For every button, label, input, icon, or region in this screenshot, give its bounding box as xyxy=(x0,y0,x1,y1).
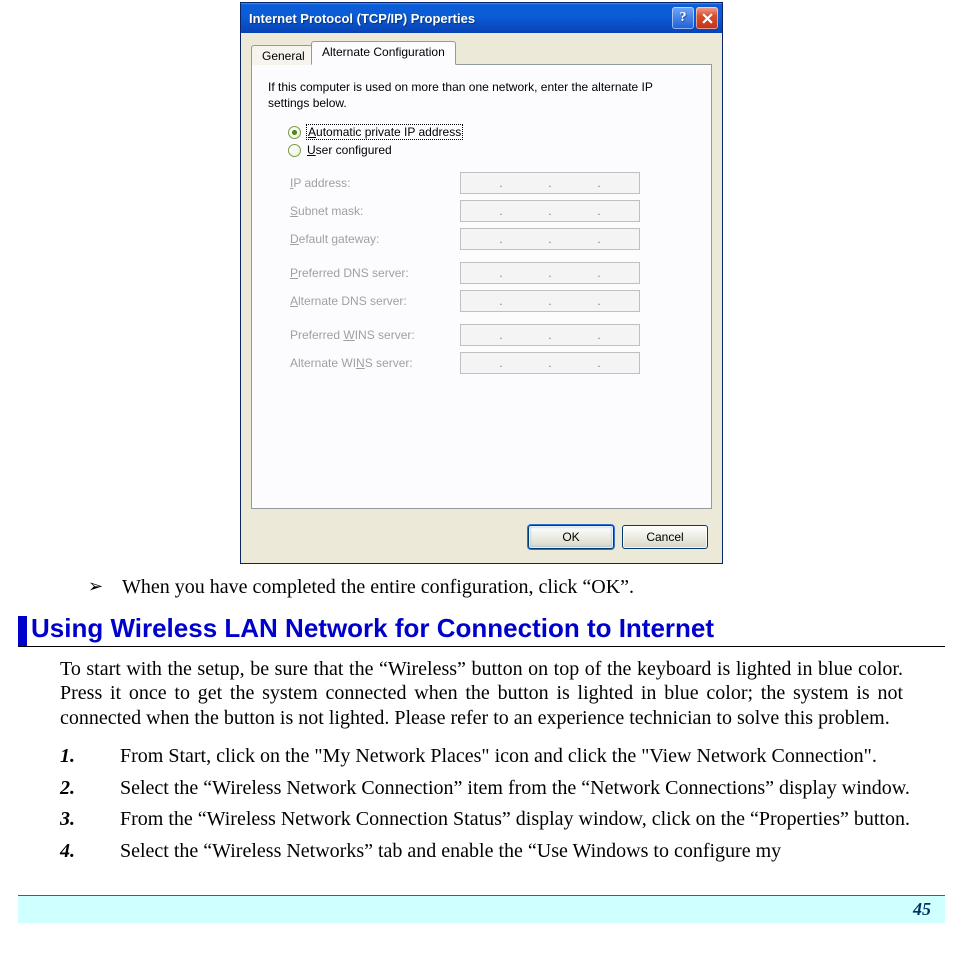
radio-automatic-row[interactable]: Automatic private IP address xyxy=(288,125,695,139)
bullet-item: ➢ When you have completed the entire con… xyxy=(88,576,945,599)
dns-field-group: Preferred DNS server: ... Alternate DNS … xyxy=(290,261,695,313)
window-title: Internet Protocol (TCP/IP) Properties xyxy=(249,11,670,26)
close-icon xyxy=(702,13,713,24)
list-number: 4. xyxy=(60,839,120,865)
cancel-button[interactable]: Cancel xyxy=(622,525,708,549)
bullet-text: When you have completed the entire confi… xyxy=(122,576,945,599)
radio-automatic[interactable] xyxy=(288,126,301,139)
tabstrip: General Alternate Configuration xyxy=(251,41,712,65)
section-heading: Using Wireless LAN Network for Connectio… xyxy=(31,613,714,646)
intro-paragraph: To start with the setup, be sure that th… xyxy=(60,657,903,730)
list-text: Select the “Wireless Network Connection”… xyxy=(120,776,927,802)
pdns-row: Preferred DNS server: ... xyxy=(290,261,695,285)
list-item: 4. Select the “Wireless Networks” tab an… xyxy=(60,839,927,865)
radio-group: Automatic private IP address User config… xyxy=(288,125,695,157)
adns-row: Alternate DNS server: ... xyxy=(290,289,695,313)
help-button[interactable]: ? xyxy=(672,7,694,29)
pdns-field[interactable]: ... xyxy=(460,262,640,284)
section-heading-wrap: Using Wireless LAN Network for Connectio… xyxy=(18,613,945,647)
button-row: OK Cancel xyxy=(528,525,708,549)
bullet-arrow-icon: ➢ xyxy=(88,576,122,599)
close-button[interactable] xyxy=(696,7,718,29)
pwins-field[interactable]: ... xyxy=(460,324,640,346)
list-number: 3. xyxy=(60,807,120,833)
document-page: Internet Protocol (TCP/IP) Properties ? … xyxy=(0,2,963,923)
radio-user-configured[interactable] xyxy=(288,144,301,157)
tabpane-alternate: If this computer is used on more than on… xyxy=(251,64,712,509)
pwins-row: Preferred WINS server: ... xyxy=(290,323,695,347)
list-text: Select the “Wireless Networks” tab and e… xyxy=(120,839,927,865)
section-bar-icon xyxy=(18,616,27,646)
awins-row: Alternate WINS server: ... xyxy=(290,351,695,375)
list-text: From the “Wireless Network Connection St… xyxy=(120,807,927,833)
intro-text: If this computer is used on more than on… xyxy=(268,79,695,111)
numbered-list: 1. From Start, click on the "My Network … xyxy=(60,744,927,864)
page-footer: 45 xyxy=(18,895,945,923)
ip-field-group: IP address: ... Subnet mask: ... Default… xyxy=(290,171,695,251)
pdns-label: Preferred DNS server: xyxy=(290,266,460,280)
gateway-row: Default gateway: ... xyxy=(290,227,695,251)
page-number: 45 xyxy=(913,899,931,920)
wins-field-group: Preferred WINS server: ... Alternate WIN… xyxy=(290,323,695,375)
list-number: 2. xyxy=(60,776,120,802)
ip-address-row: IP address: ... xyxy=(290,171,695,195)
dialog-body: General Alternate Configuration If this … xyxy=(241,33,722,563)
ok-button[interactable]: OK xyxy=(528,525,614,549)
awins-field[interactable]: ... xyxy=(460,352,640,374)
subnet-label: Subnet mask: xyxy=(290,204,460,218)
gateway-field[interactable]: ... xyxy=(460,228,640,250)
radio-user-row[interactable]: User configured xyxy=(288,143,695,157)
radio-user-label: User configured xyxy=(307,143,392,157)
tcpip-properties-dialog: Internet Protocol (TCP/IP) Properties ? … xyxy=(240,2,723,564)
titlebar: Internet Protocol (TCP/IP) Properties ? xyxy=(241,3,722,33)
subnet-field[interactable]: ... xyxy=(460,200,640,222)
ip-address-label: IP address: xyxy=(290,176,460,190)
radio-automatic-label: Automatic private IP address xyxy=(307,125,462,139)
subnet-row: Subnet mask: ... xyxy=(290,199,695,223)
gateway-label: Default gateway: xyxy=(290,232,460,246)
adns-field[interactable]: ... xyxy=(460,290,640,312)
list-item: 2. Select the “Wireless Network Connecti… xyxy=(60,776,927,802)
tab-alternate-configuration[interactable]: Alternate Configuration xyxy=(311,41,456,65)
list-item: 3. From the “Wireless Network Connection… xyxy=(60,807,927,833)
adns-label: Alternate DNS server: xyxy=(290,294,460,308)
list-item: 1. From Start, click on the "My Network … xyxy=(60,744,927,770)
ip-address-field[interactable]: ... xyxy=(460,172,640,194)
list-text: From Start, click on the "My Network Pla… xyxy=(120,744,927,770)
dialog-screenshot: Internet Protocol (TCP/IP) Properties ? … xyxy=(18,2,945,564)
pwins-label: Preferred WINS server: xyxy=(290,328,460,342)
awins-label: Alternate WINS server: xyxy=(290,356,460,370)
list-number: 1. xyxy=(60,744,120,770)
